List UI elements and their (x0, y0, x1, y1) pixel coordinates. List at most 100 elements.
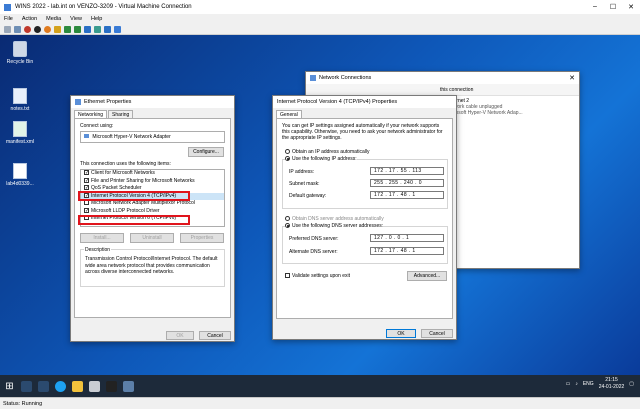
use-dns-radio[interactable]: Use the following DNS server addresses: (285, 223, 384, 229)
vm-titlebar: WINS 2022 - lab.int on VENZO-3209 - Virt… (0, 0, 640, 14)
subnet-mask-field[interactable]: 255 . 255 . 240 . 0 (370, 179, 444, 187)
vm-statusbar: Status: Running (0, 397, 640, 409)
task-view-icon[interactable] (38, 380, 49, 392)
description-group: Description Transmission Control Protoco… (80, 247, 225, 287)
network-icon (310, 75, 316, 81)
cancel-button[interactable]: Cancel (421, 329, 453, 338)
adapter-item[interactable]: Ethernet 2 Network cable unplugged Micro… (446, 98, 576, 116)
vm-title: WINS 2022 - lab.int on VENZO-3209 - Virt… (15, 4, 192, 10)
save-icon[interactable] (54, 25, 61, 33)
adapter-text: Microsoft Hyper-V Network Adapter (92, 134, 171, 140)
reset-icon[interactable] (74, 25, 81, 33)
notifications-icon[interactable]: ▢ (629, 381, 634, 387)
window-titlebar: Network Connections ✕ (306, 72, 579, 84)
network-tray-icon[interactable]: ▭ (566, 381, 571, 387)
intro-text: You can get IP settings assigned automat… (282, 123, 443, 141)
enhanced-session-icon[interactable] (104, 25, 111, 33)
close-button[interactable]: ✕ (565, 74, 579, 82)
start-button[interactable]: ⊞ (4, 381, 15, 392)
preferred-dns-field[interactable]: 127 . 0 . 0 . 1 (370, 234, 444, 242)
desktop-icon-label: manifest.xml (5, 139, 35, 145)
auto-dns-label: Obtain DNS server address automatically (292, 216, 384, 222)
desktop: Recycle Bin notes.txt manifest.xml lab4d… (0, 35, 640, 375)
turn-off-icon[interactable] (24, 25, 31, 33)
ip-address-field[interactable]: 172 . 17 . 55 . 113 (370, 167, 444, 175)
clock[interactable]: 21:15 24-01-2022 (599, 377, 625, 391)
terminal-icon[interactable] (106, 380, 117, 392)
cancel-button[interactable]: Cancel (199, 331, 231, 340)
use-ip-radio[interactable]: Use the following IP address: (285, 156, 357, 162)
radio-icon (285, 156, 290, 162)
search-icon[interactable] (21, 380, 32, 392)
checkpoint-icon[interactable] (84, 25, 91, 33)
properties-button[interactable]: Properties (180, 233, 224, 243)
ok-button[interactable]: OK (166, 331, 194, 340)
menu-view[interactable]: View (70, 16, 82, 22)
auto-ip-radio[interactable]: Obtain an IP address automatically (285, 149, 369, 155)
uninstall-button[interactable]: Uninstall (130, 233, 174, 243)
general-panel: You can get IP settings assigned automat… (276, 118, 453, 319)
maximize-button[interactable]: ☐ (604, 3, 622, 11)
adapter-field: Microsoft Hyper-V Network Adapter (80, 131, 225, 143)
lab-file-shortcut[interactable]: lab4d0339... (2, 163, 38, 187)
networking-panel: Connect using: Microsoft Hyper-V Network… (74, 118, 231, 318)
pause-icon[interactable] (64, 25, 71, 33)
close-button[interactable]: ✕ (622, 3, 640, 11)
connect-using-label: Connect using: (80, 123, 114, 129)
list-item[interactable]: ✓ Client for Microsoft Networks (81, 170, 224, 178)
edge-icon[interactable] (55, 380, 66, 392)
adapter-device: Microsoft Hyper-V Network Adap... (446, 110, 523, 116)
control-panel-icon[interactable] (123, 380, 134, 392)
start-icon[interactable] (14, 25, 21, 33)
shutdown-icon[interactable] (44, 25, 51, 33)
system-tray: ▭ ♪ ENG 21:15 24-01-2022 ▢ (566, 377, 634, 391)
manifest-file-shortcut[interactable]: manifest.xml (2, 121, 38, 145)
taskbar: ⊞ ▭ ♪ ENG 21:15 24-01-2022 ▢ (0, 375, 640, 397)
clock-date: 24-01-2022 (598, 384, 625, 390)
list-item[interactable]: Microsoft Network Adapter Multiplexor Pr… (81, 200, 224, 208)
description-text: Transmission Control Protocol/Internet P… (85, 256, 218, 275)
recycle-bin-icon (13, 41, 27, 57)
ip-label: IP address: (289, 169, 315, 175)
share-icon[interactable] (114, 25, 121, 33)
ctrl-alt-del-icon[interactable] (4, 25, 11, 33)
menu-action[interactable]: Action (22, 16, 37, 22)
menu-media[interactable]: Media (46, 16, 61, 22)
mask-label: Subnet mask: (289, 181, 320, 187)
revert-icon[interactable] (94, 25, 101, 33)
server-manager-icon[interactable] (89, 380, 100, 392)
checkbox-icon (285, 273, 290, 279)
install-button[interactable]: Install... (80, 233, 124, 243)
file-explorer-icon[interactable] (72, 380, 83, 392)
list-item[interactable]: ✓ File and Printer Sharing for Microsoft … (81, 178, 224, 186)
configure-button[interactable]: Configure... (188, 147, 224, 157)
ipv4-properties-dialog: Internet Protocol Version 4 (TCP/IPv4) P… (272, 95, 457, 340)
recycle-bin-shortcut[interactable]: Recycle Bin (2, 41, 38, 65)
window-titlebar: Internet Protocol Version 4 (TCP/IPv4) P… (273, 96, 456, 108)
advanced-button[interactable]: Advanced... (407, 271, 447, 281)
desktop-icon-label: lab4d0339... (6, 181, 34, 187)
vm-status: Status: Running (3, 400, 43, 407)
volume-icon[interactable]: ♪ (575, 381, 578, 387)
use-dns-label: Use the following DNS server addresses: (292, 223, 384, 229)
xml-file-icon (13, 121, 27, 137)
menu-file[interactable]: File (4, 16, 13, 22)
stop-icon[interactable] (34, 25, 41, 33)
alt-dns-label: Alternate DNS server: (289, 249, 338, 255)
ok-button[interactable]: OK (386, 329, 416, 338)
validate-checkbox[interactable]: Validate settings upon exit (285, 273, 350, 279)
default-gateway-field[interactable]: 172 . 17 . 48 . 1 (370, 191, 444, 199)
nc-toolbar-text[interactable]: this connection (440, 87, 473, 93)
menu-help[interactable]: Help (91, 16, 102, 22)
language-indicator[interactable]: ENG (583, 381, 594, 387)
list-item[interactable]: ✓ Microsoft LLDP Protocol Driver (81, 208, 224, 216)
window-title: Ethernet Properties (84, 99, 132, 105)
minimize-button[interactable]: – (586, 3, 604, 11)
notes-file-shortcut[interactable]: notes.txt (2, 88, 38, 112)
list-item-label: File and Printer Sharing for Microsoft N… (91, 177, 195, 184)
radio-icon (285, 149, 290, 155)
alternate-dns-field[interactable]: 172 . 17 . 48 . 1 (370, 247, 444, 255)
radio-icon (285, 223, 290, 229)
auto-dns-radio[interactable]: Obtain DNS server address automatically (285, 216, 384, 222)
desktop-icon-label: notes.txt (10, 106, 30, 112)
